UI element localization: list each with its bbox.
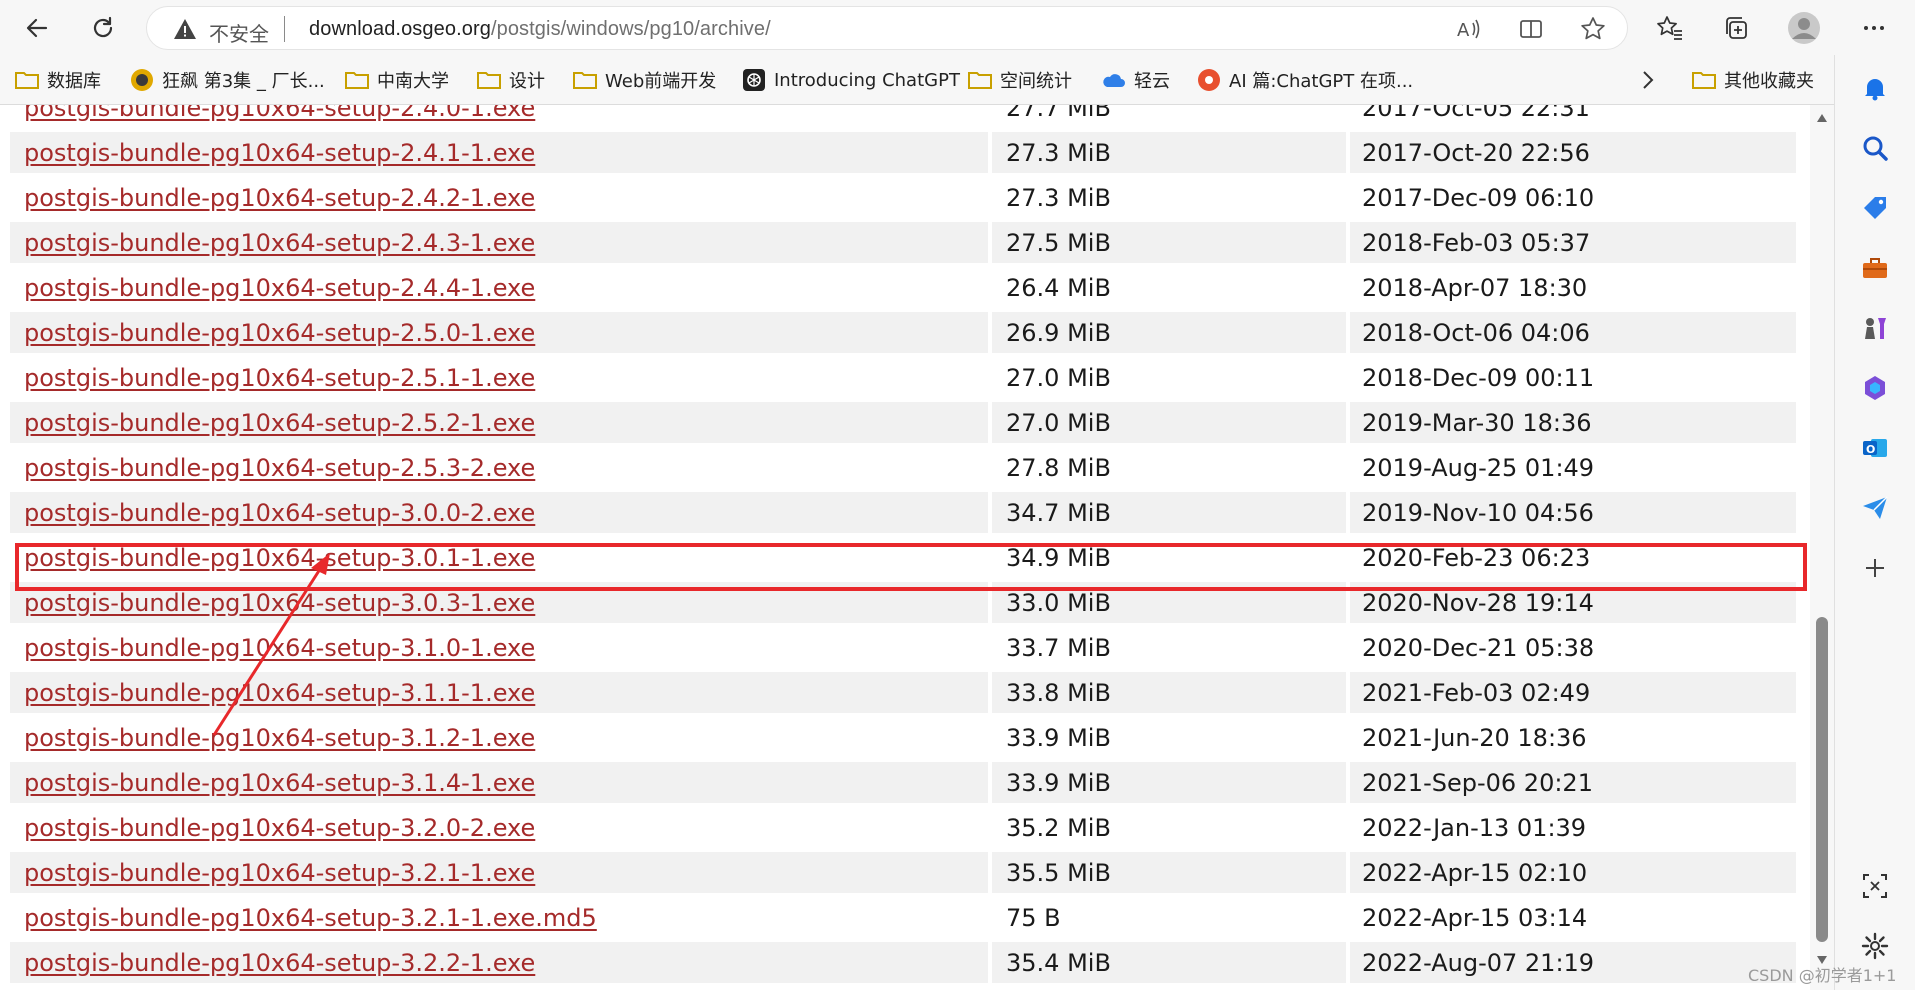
notifications-button[interactable] <box>1859 72 1891 104</box>
warning-icon[interactable] <box>173 18 197 45</box>
refresh-button[interactable] <box>84 9 122 47</box>
bookmark-label: 数据库 <box>47 71 101 92</box>
bookmark-label: 中南大学 <box>377 71 449 92</box>
games-button[interactable] <box>1859 312 1891 344</box>
toolbox-icon <box>1863 258 1887 278</box>
annotation-arrow <box>212 553 330 736</box>
send-button[interactable] <box>1859 492 1891 524</box>
favorites-button[interactable] <box>1651 9 1689 47</box>
office-icon <box>1865 376 1885 400</box>
folder-icon <box>477 72 501 89</box>
folder-icon <box>573 72 597 89</box>
bookmark-label: 轻云 <box>1134 71 1170 92</box>
screenshot-button[interactable] <box>1859 870 1891 902</box>
favorites-list-icon <box>1657 16 1682 40</box>
bookmark-folder[interactable]: 数据库 <box>15 65 101 95</box>
back-arrow-icon <box>26 18 48 38</box>
gear-icon <box>1861 932 1889 960</box>
bookmark-label: 狂飙 第3集 _ 厂长... <box>162 71 325 92</box>
screenshot-icon <box>1863 874 1887 898</box>
page-content: postgis-bundle-pg10x64-setup-2.4.0-1.exe… <box>0 105 1810 990</box>
bookmark-label: AI 篇:ChatGPT 在项... <box>1229 71 1414 92</box>
split-screen-icon[interactable] <box>1517 15 1545 43</box>
search-icon <box>1863 136 1888 161</box>
folder-icon <box>1692 72 1716 89</box>
collections-icon <box>1726 17 1747 39</box>
bookmark-folder[interactable]: 空间统计 <box>968 65 1072 95</box>
bookmark-folder-other[interactable]: 其他收藏夹 <box>1692 65 1814 95</box>
collections-button[interactable] <box>1717 9 1755 47</box>
svg-text:A: A <box>1457 20 1470 41</box>
browser-toolbar: 不安全 download.osgeo.org/postgis/windows/p… <box>0 0 1915 55</box>
edge-sidebar: O <box>1834 55 1915 990</box>
bookmark-link[interactable]: Introducing ChatGPT <box>742 65 960 95</box>
url-text[interactable]: download.osgeo.org/postgis/windows/pg10/… <box>309 18 771 41</box>
office-button[interactable] <box>1859 372 1891 404</box>
folder-icon <box>15 72 39 89</box>
bookmark-link[interactable]: AI 篇:ChatGPT 在项... <box>1197 65 1413 95</box>
bookmark-folder[interactable]: 设计 <box>477 65 545 95</box>
address-bar[interactable]: 不安全 download.osgeo.org/postgis/windows/p… <box>146 6 1628 50</box>
bookmark-label: 其他收藏夹 <box>1724 71 1814 92</box>
url-path: /postgis/windows/pg10/archive/ <box>490 18 771 40</box>
vertical-scrollbar[interactable] <box>1810 105 1834 990</box>
bookmark-label: 设计 <box>509 71 545 92</box>
bookmarks-overflow-button[interactable] <box>1640 65 1656 95</box>
address-separator <box>284 16 285 42</box>
watermark: CSDN @初学者1+1 <box>1748 966 1897 985</box>
read-aloud-icon[interactable]: A <box>1455 15 1483 43</box>
scrollbar-thumb[interactable] <box>1816 617 1828 942</box>
shopping-button[interactable] <box>1859 192 1891 224</box>
chevron-right-icon <box>1643 71 1654 89</box>
ellipsis-icon <box>1864 26 1884 30</box>
bookmark-label: 空间统计 <box>1000 71 1072 92</box>
folder-icon <box>968 72 992 89</box>
svg-text:O: O <box>1866 443 1875 456</box>
tag-icon <box>1864 197 1886 219</box>
site-icon <box>1198 69 1220 91</box>
chess-piece-icon <box>1865 318 1886 339</box>
avatar-icon <box>1788 12 1820 44</box>
bookmark-label: Web前端开发 <box>605 71 717 92</box>
outlook-button[interactable]: O <box>1859 432 1891 464</box>
scroll-up-arrow-icon[interactable] <box>1816 113 1828 123</box>
bell-icon <box>1865 79 1885 101</box>
favorite-star-icon[interactable] <box>1579 15 1607 43</box>
settings-button[interactable] <box>1859 930 1891 962</box>
bookmark-label: Introducing ChatGPT <box>774 69 960 91</box>
site-icon <box>131 69 153 91</box>
paper-plane-icon <box>1863 496 1888 519</box>
bookmark-link[interactable]: 狂飙 第3集 _ 厂长... <box>130 65 325 95</box>
tools-button[interactable] <box>1859 252 1891 284</box>
plus-icon <box>1866 559 1884 577</box>
folder-icon <box>345 72 369 89</box>
profile-button[interactable] <box>1785 9 1823 47</box>
more-menu-button[interactable] <box>1855 9 1893 47</box>
bookmark-link[interactable]: 轻云 <box>1100 65 1170 95</box>
bookmark-folder[interactable]: Web前端开发 <box>573 65 716 95</box>
bookmarks-bar: 数据库 狂飙 第3集 _ 厂长... 中南大学 设计 Web前端开发 Intro… <box>0 55 1915 105</box>
outlook-icon: O <box>1863 439 1887 457</box>
security-label[interactable]: 不安全 <box>209 18 269 47</box>
refresh-icon <box>93 16 113 38</box>
url-host: download.osgeo.org <box>309 18 491 40</box>
add-sidebar-app-button[interactable] <box>1859 552 1891 584</box>
back-button[interactable] <box>18 9 56 47</box>
bookmark-folder[interactable]: 中南大学 <box>345 65 449 95</box>
sidebar-search-button[interactable] <box>1859 132 1891 164</box>
chatgpt-icon <box>743 69 765 91</box>
cloud-icon <box>1103 74 1125 87</box>
